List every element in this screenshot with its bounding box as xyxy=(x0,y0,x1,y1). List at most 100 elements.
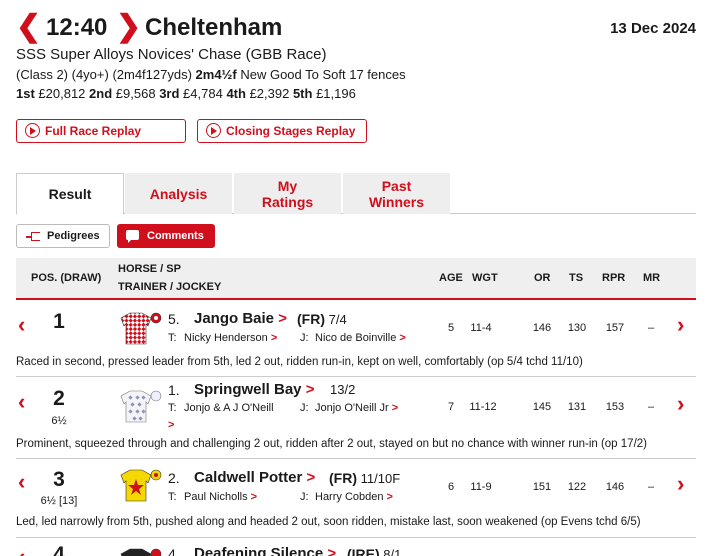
row-next-chevron-right-icon[interactable]: › xyxy=(677,471,684,497)
col-wgt: WGT xyxy=(472,272,498,284)
saddle-cloth-number: 4. xyxy=(168,546,180,556)
col-age: AGE xyxy=(439,272,463,284)
horse-name-link[interactable]: Springwell Bay > xyxy=(194,381,314,398)
saddle-cloth-number: 2. xyxy=(168,470,180,486)
beaten-distance: 6½ xyxy=(51,415,67,427)
horse-name-link[interactable]: Caldwell Potter > xyxy=(194,469,315,486)
starting-price: 11/10F xyxy=(360,471,401,486)
tab-past-winners[interactable]: Past Winners xyxy=(343,173,450,214)
horse-chevron-icon: > xyxy=(278,310,287,327)
row-prev-chevron-left-icon[interactable]: ‹ xyxy=(18,469,25,495)
jockey-name: Jonjo O'Neill Jr xyxy=(315,402,389,414)
prize-place: 4th xyxy=(226,86,246,101)
race-conditions: (Class 2) (4yo+) (2m4f127yds) 2m4½f New … xyxy=(16,67,406,82)
trainer-label: T: xyxy=(168,332,177,344)
next-race-chevron-right-icon[interactable]: ❯ xyxy=(116,12,141,42)
horse-name-link[interactable]: Jango Baie > xyxy=(194,310,287,327)
trainer-link[interactable]: Nicky Henderson > xyxy=(184,332,277,344)
weight-value: 11-9 xyxy=(470,481,492,493)
result-row: ‹ 4 4. Deafening Silence > (IRE) 8/1 xyxy=(16,538,696,556)
race-comment: Raced in second, pressed leader from 5th… xyxy=(16,356,583,368)
horse-name: Jango Baie xyxy=(194,310,275,327)
mr-value: – xyxy=(647,401,655,413)
play-circle-icon xyxy=(25,123,40,138)
horse-suffix: (IRE) xyxy=(347,546,380,556)
mr-value: – xyxy=(647,481,655,493)
starting-price: 8/1 xyxy=(383,547,402,556)
trainer-chevron-icon[interactable]: > xyxy=(168,419,174,431)
jockey-name: Harry Cobden xyxy=(315,491,384,503)
prize-amount: £4,784 xyxy=(183,86,223,101)
rpr-value: 146 xyxy=(605,481,625,493)
horse-chevron-icon: > xyxy=(305,381,315,398)
race-tabs: Result Analysis My Ratings Past Winners xyxy=(16,173,696,215)
col-pos: POS. (DRAW) xyxy=(31,272,102,284)
row-prev-chevron-left-icon[interactable]: ‹ xyxy=(18,389,25,415)
horse-sp: (FR) 7/4 xyxy=(297,311,347,327)
row-next-chevron-right-icon[interactable]: › xyxy=(677,391,684,417)
ts-value: 130 xyxy=(567,322,587,334)
jockey-link[interactable]: Harry Cobden > xyxy=(315,491,393,503)
race-distance: 2m4½f xyxy=(195,67,237,82)
saddle-cloth-number: 5. xyxy=(168,311,180,327)
race-conditions-pre: (Class 2) (4yo+) (2m4f127yds) xyxy=(16,67,196,82)
saddle-cloth-number: 1. xyxy=(168,382,180,398)
prize-amount: £20,812 xyxy=(38,86,86,101)
trainer-label: T: xyxy=(168,402,177,414)
col-mr: MR xyxy=(643,272,661,284)
horse-chevron-icon: > xyxy=(306,469,316,486)
finish-position: 3 xyxy=(53,468,65,491)
jockey-link[interactable]: Nico de Boinville > xyxy=(315,332,406,344)
tab-my-ratings[interactable]: My Ratings xyxy=(234,173,341,214)
jockey-name: Nico de Boinville xyxy=(315,332,397,344)
pedigrees-button[interactable]: Pedigrees xyxy=(16,224,110,248)
weight-value: 11-4 xyxy=(470,322,492,334)
closing-stages-replay-label: Closing Stages Replay xyxy=(226,124,356,138)
full-race-replay-button[interactable]: Full Race Replay xyxy=(16,119,186,143)
trainer-chevron-icon: > xyxy=(250,491,258,503)
prize-amount: £1,196 xyxy=(316,86,356,101)
col-trainer-jockey: TRAINER / JOCKEY xyxy=(118,281,222,293)
jockey-label: J: xyxy=(300,402,309,414)
horse-suffix: (FR) xyxy=(297,311,325,327)
tab-result[interactable]: Result xyxy=(16,173,124,215)
comments-label: Comments xyxy=(147,230,204,242)
jockey-link[interactable]: Jonjo O'Neill Jr > xyxy=(315,402,398,414)
starting-price: 13/2 xyxy=(330,382,356,397)
horse-sp: 13/2 xyxy=(330,382,355,397)
horse-name: Springwell Bay xyxy=(194,381,302,398)
result-row: ‹ 2 6½ 1. Springwell Bay > 13/2 T: Jonjo… xyxy=(16,377,696,459)
trainer-chevron-icon: > xyxy=(270,332,278,344)
horse-sp: (FR) 11/10F xyxy=(329,470,400,486)
closing-stages-replay-button[interactable]: Closing Stages Replay xyxy=(197,119,367,143)
age-value: 7 xyxy=(447,401,455,413)
prize-place: 1st xyxy=(16,86,35,101)
jockey-label: J: xyxy=(300,491,309,503)
horse-sp: (IRE) 8/1 xyxy=(347,546,401,556)
horse-name-link[interactable]: Deafening Silence > xyxy=(194,545,336,556)
jockey-silks-icon xyxy=(120,390,162,423)
prize-place: 3rd xyxy=(159,86,180,101)
prev-race-chevron-left-icon[interactable]: ❮ xyxy=(16,12,41,42)
race-title: SSS Super Alloys Novices' Chase (GBB Rac… xyxy=(16,46,327,63)
tab-analysis[interactable]: Analysis xyxy=(125,173,232,214)
trainer-link[interactable]: Paul Nicholls > xyxy=(184,491,257,503)
course-name[interactable]: Cheltenham xyxy=(145,14,282,42)
race-comment: Led, led narrowly from 5th, pushed along… xyxy=(16,516,641,528)
row-prev-chevron-left-icon[interactable]: ‹ xyxy=(18,544,25,556)
row-next-chevron-right-icon[interactable]: › xyxy=(677,312,684,338)
age-value: 5 xyxy=(447,322,455,334)
horse-suffix: (FR) xyxy=(329,470,357,486)
comments-button[interactable]: Comments xyxy=(117,224,215,248)
weight-value: 11-12 xyxy=(469,401,497,413)
race-date: 13 Dec 2024 xyxy=(610,20,696,37)
rpr-value: 157 xyxy=(605,322,625,334)
trainer-link[interactable]: Jonjo & A J O'Neill xyxy=(184,402,274,414)
row-prev-chevron-left-icon[interactable]: ‹ xyxy=(18,312,25,338)
result-row: ‹ 1 5. Jango Baie > (FR) 7/4 T: Nicky He… xyxy=(16,300,696,377)
trainer-name: Paul Nicholls xyxy=(184,491,248,503)
race-time: 12:40 xyxy=(46,14,108,41)
horse-name: Caldwell Potter xyxy=(194,469,303,486)
result-row: ‹ 3 6½ [13] 2. Caldwell Potter > (FR) 11… xyxy=(16,459,696,538)
col-rpr: RPR xyxy=(602,272,626,284)
